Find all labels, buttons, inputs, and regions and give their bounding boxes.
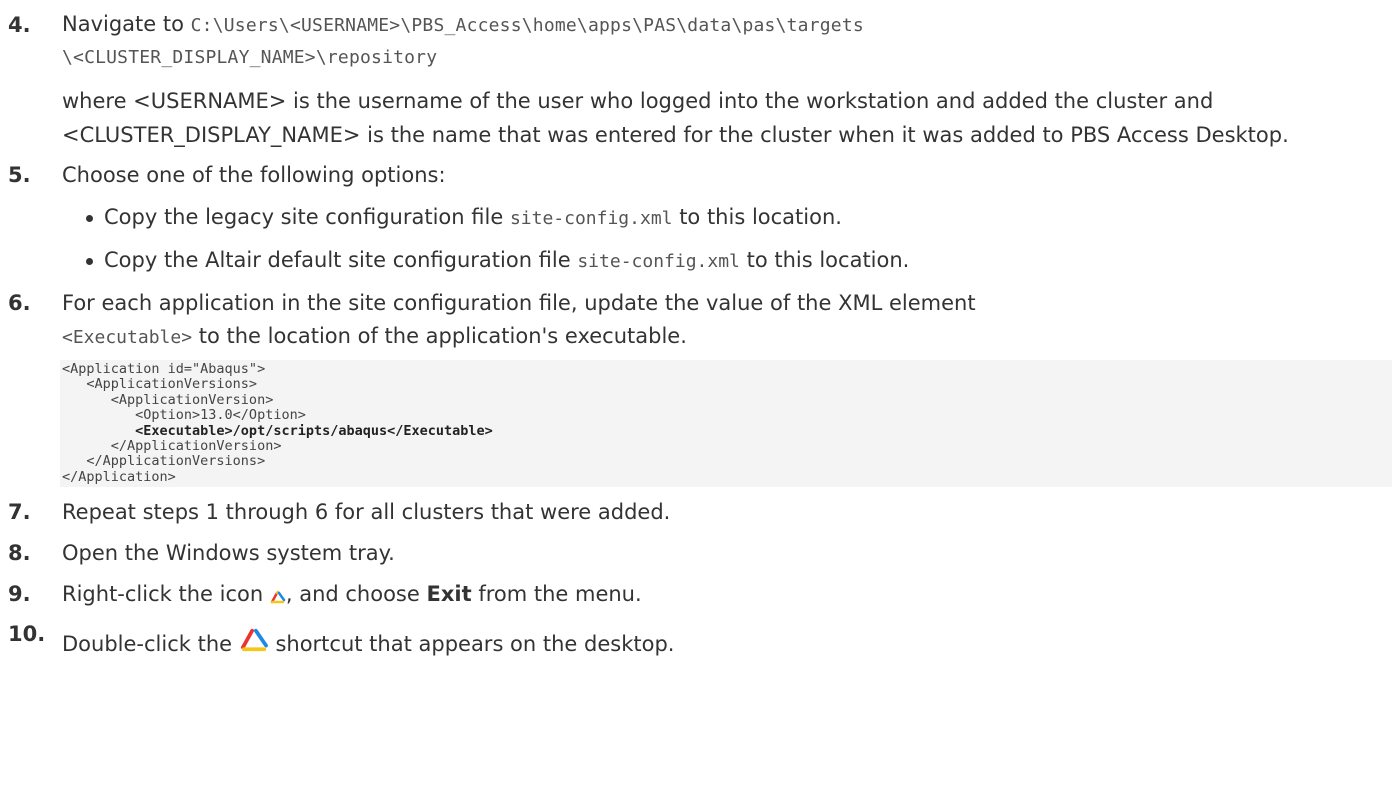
- step-5: 5. Choose one of the following options: …: [8, 158, 1392, 279]
- xml-code-block: <Application id="Abaqus"> <ApplicationVe…: [60, 360, 1392, 488]
- option-text: Copy the legacy site configuration file: [104, 205, 504, 229]
- code-line: <Option>13.0</Option>: [62, 407, 306, 424]
- step-number: 8.: [8, 541, 31, 566]
- step-number: 9.: [8, 582, 31, 607]
- code-line: <Executable>/opt/scripts/abaqus</Executa…: [62, 422, 493, 439]
- repository-path-part-2: \<CLUSTER_DISPLAY_NAME>\repository: [62, 47, 438, 68]
- step-7: 7. Repeat steps 1 through 6 for all clus…: [8, 495, 1392, 529]
- option-text: Copy the Altair default site configurati…: [104, 248, 571, 272]
- filename-code: site-config.xml: [577, 251, 740, 272]
- code-line: <Application id="Abaqus">: [62, 361, 266, 377]
- step-text: to the location of the application's exe…: [198, 324, 687, 348]
- step-6: 6. For each application in the site conf…: [8, 286, 1392, 354]
- step-text: Repeat steps 1 through 6 for all cluster…: [62, 500, 671, 525]
- option-text: to this location.: [746, 248, 910, 272]
- step-8: 8. Open the Windows system tray.: [8, 536, 1392, 570]
- code-line: <ApplicationVersion>: [62, 391, 274, 408]
- step-text: from the menu.: [478, 582, 642, 607]
- step-4: 4. Navigate to C:\Users\<USERNAME>\PBS_A…: [8, 8, 1392, 152]
- options-list: Copy the legacy site configuration file …: [62, 200, 1392, 279]
- step-number: 4.: [8, 13, 31, 37]
- filename-code: site-config.xml: [509, 208, 673, 229]
- code-line: </ApplicationVersion>: [62, 438, 282, 455]
- step-10: 10. Double-click the shortcut that appea…: [8, 621, 1392, 663]
- step-text: Right-click the icon: [62, 582, 264, 607]
- step-text: , and choose: [285, 582, 420, 607]
- step-number: 10.: [8, 622, 46, 647]
- step-text: shortcut that appears on the desktop.: [275, 632, 675, 657]
- code-line: </Application>: [62, 468, 176, 485]
- step-9: 9. Right-click the icon , and choose Exi…: [8, 577, 1392, 614]
- code-line: </ApplicationVersions>: [62, 453, 266, 470]
- executable-code: <Executable>: [62, 327, 193, 348]
- step-number: 7.: [8, 500, 31, 525]
- option-text: to this location.: [679, 205, 842, 229]
- pbs-access-tray-icon: [270, 580, 286, 614]
- list-item: Copy the legacy site configuration file …: [86, 200, 1392, 236]
- step-number: 5.: [8, 163, 31, 187]
- step-text: Double-click the: [62, 632, 233, 657]
- document-body: 4. Navigate to C:\Users\<USERNAME>\PBS_A…: [8, 0, 1392, 663]
- step-number: 6.: [8, 291, 31, 315]
- exit-menu-item-label: Exit: [426, 582, 472, 607]
- step-description: where <USERNAME> is the username of the …: [62, 89, 1289, 147]
- step-text: Open the Windows system tray.: [62, 541, 395, 566]
- code-line: <ApplicationVersions>: [62, 376, 258, 393]
- step-text: Navigate to: [62, 12, 184, 36]
- list-item: Copy the Altair default site configurati…: [86, 243, 1392, 279]
- step-text: For each application in the site configu…: [62, 291, 976, 315]
- pbs-access-shortcut-icon: [239, 627, 269, 663]
- step-text: Choose one of the following options:: [62, 163, 446, 187]
- repository-path-part-1: C:\Users\<USERNAME>\PBS_Access\home\apps…: [190, 15, 864, 36]
